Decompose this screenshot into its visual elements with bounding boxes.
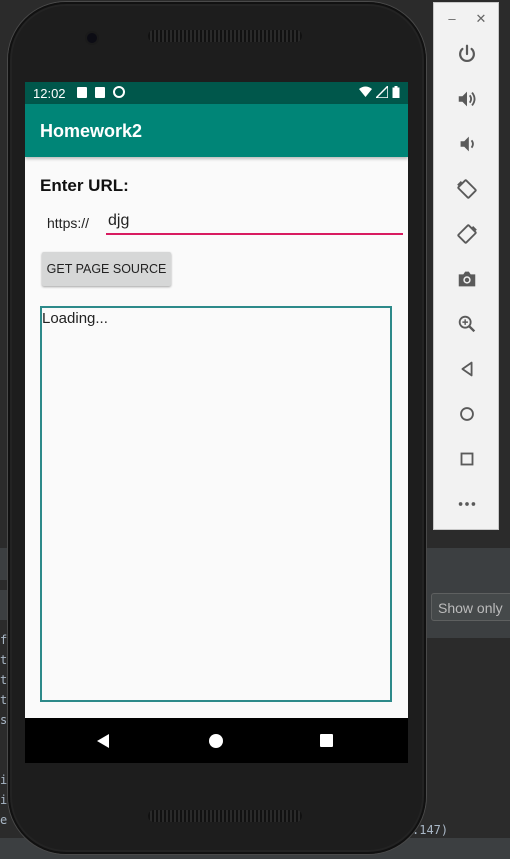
home-icon[interactable]	[452, 399, 482, 429]
android-status-bar: 12:02	[25, 82, 408, 104]
log-filter-dropdown[interactable]: Show only	[431, 593, 510, 621]
get-page-source-button[interactable]: GET PAGE SOURCE	[42, 252, 171, 286]
minimize-icon[interactable]: –	[445, 11, 459, 26]
notification-a-icon	[77, 86, 87, 98]
device-screen: 12:02 Homework2 Enter URL: https:// GET …	[25, 82, 408, 763]
sd-card-icon	[95, 86, 105, 98]
system-status-icons	[359, 86, 400, 98]
sync-icon	[113, 86, 125, 98]
front-camera	[87, 33, 97, 43]
battery-icon	[392, 86, 400, 98]
output-text: Loading...	[42, 310, 108, 327]
rotate-left-icon[interactable]	[452, 174, 482, 204]
nav-recents-icon[interactable]	[320, 734, 333, 747]
url-input[interactable]	[106, 209, 403, 235]
volume-up-icon[interactable]	[452, 84, 482, 114]
back-icon[interactable]	[452, 354, 482, 384]
signal-icon	[376, 86, 388, 98]
volume-down-icon[interactable]	[452, 129, 482, 159]
zoom-icon[interactable]	[452, 309, 482, 339]
notification-icons	[77, 86, 125, 98]
page-source-output[interactable]: Loading...	[40, 306, 392, 702]
bottom-speaker-grille	[148, 810, 302, 822]
wifi-icon	[359, 86, 372, 97]
top-speaker-grille	[148, 30, 302, 42]
camera-icon[interactable]	[452, 264, 482, 294]
app-title: Homework2	[40, 121, 143, 141]
rotate-right-icon[interactable]	[452, 219, 482, 249]
nav-home-icon[interactable]	[209, 734, 223, 748]
app-toolbar: Homework2	[25, 104, 408, 157]
enter-url-label: Enter URL:	[40, 176, 129, 195]
more-icon[interactable]	[452, 489, 482, 519]
overview-icon[interactable]	[452, 444, 482, 474]
android-nav-bar	[25, 718, 408, 763]
power-icon[interactable]	[452, 39, 482, 69]
url-prefix-label: https://	[47, 215, 90, 231]
emulator-toolbar: – ✕	[433, 2, 499, 530]
close-icon[interactable]: ✕	[474, 11, 488, 27]
nav-back-icon[interactable]	[97, 734, 109, 748]
status-time: 12:02	[33, 86, 66, 101]
